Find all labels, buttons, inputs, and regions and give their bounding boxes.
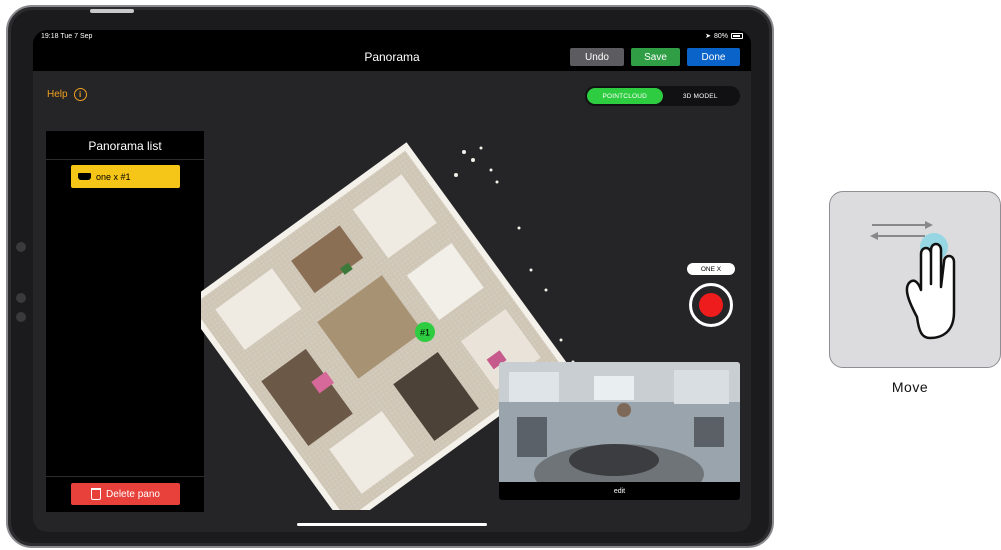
tab-3d-model[interactable]: 3D MODEL (663, 88, 739, 104)
help-label: Help (47, 89, 68, 100)
delete-pano-label: Delete pano (106, 488, 160, 500)
nav-actions: Undo Save Done (570, 48, 740, 66)
home-indicator[interactable] (297, 523, 487, 526)
panorama-list-item[interactable]: one x #1 (71, 165, 180, 188)
pano-marker[interactable]: #1 (415, 322, 435, 342)
side-sensor (16, 312, 26, 322)
status-time: 19:18 (41, 32, 59, 40)
done-button[interactable]: Done (687, 48, 740, 66)
top-button (90, 9, 134, 13)
camera-device-label: ONE X (687, 263, 735, 275)
nav-bar: Panorama Undo Save Done (33, 42, 751, 71)
status-left: 19:18 Tue 7 Sep (41, 33, 92, 40)
save-button[interactable]: Save (631, 48, 680, 66)
status-date: Tue 7 Sep (60, 32, 93, 40)
divider (46, 476, 204, 477)
battery-percent: 80% (713, 32, 728, 40)
marker-label: #1 (420, 328, 430, 338)
stage: 19:18 Tue 7 Sep ➤ 80% Panorama Undo Save… (0, 0, 1001, 550)
status-bar: 19:18 Tue 7 Sep ➤ 80% (33, 30, 751, 42)
help-link[interactable]: Help i (47, 88, 87, 101)
panorama-thumbnail (499, 362, 740, 482)
info-icon: i (73, 88, 87, 101)
side-sensor (16, 293, 26, 303)
hand-icon (905, 242, 956, 340)
panorama-list-title: Panorama list (88, 139, 162, 153)
delete-pano-button[interactable]: Delete pano (71, 483, 180, 505)
record-icon (699, 293, 723, 317)
battery-icon (731, 33, 743, 39)
page-title: Panorama (364, 49, 420, 64)
record-button[interactable] (689, 283, 733, 327)
location-icon: ➤ (705, 33, 711, 40)
two-finger-drag-icon (870, 221, 956, 340)
panorama-preview[interactable]: edit (499, 362, 740, 500)
camera-icon (78, 173, 91, 180)
divider (46, 159, 204, 160)
app-screen: 19:18 Tue 7 Sep ➤ 80% Panorama Undo Save… (33, 30, 751, 532)
side-sensor (16, 242, 26, 252)
gesture-hint-card (829, 191, 1001, 368)
trash-icon (91, 488, 102, 500)
preview-edit-label[interactable]: edit (499, 482, 740, 500)
gesture-caption: Move (891, 379, 929, 395)
undo-button[interactable]: Undo (570, 48, 624, 66)
status-right: ➤ 80% (705, 32, 743, 40)
view-toggle: POINTCLOUD 3D MODEL (585, 86, 740, 106)
panorama-item-label: one x #1 (96, 171, 131, 182)
tab-pointcloud[interactable]: POINTCLOUD (587, 88, 663, 104)
panorama-list-panel: Panorama list one x #1 Delete pano (46, 131, 204, 512)
